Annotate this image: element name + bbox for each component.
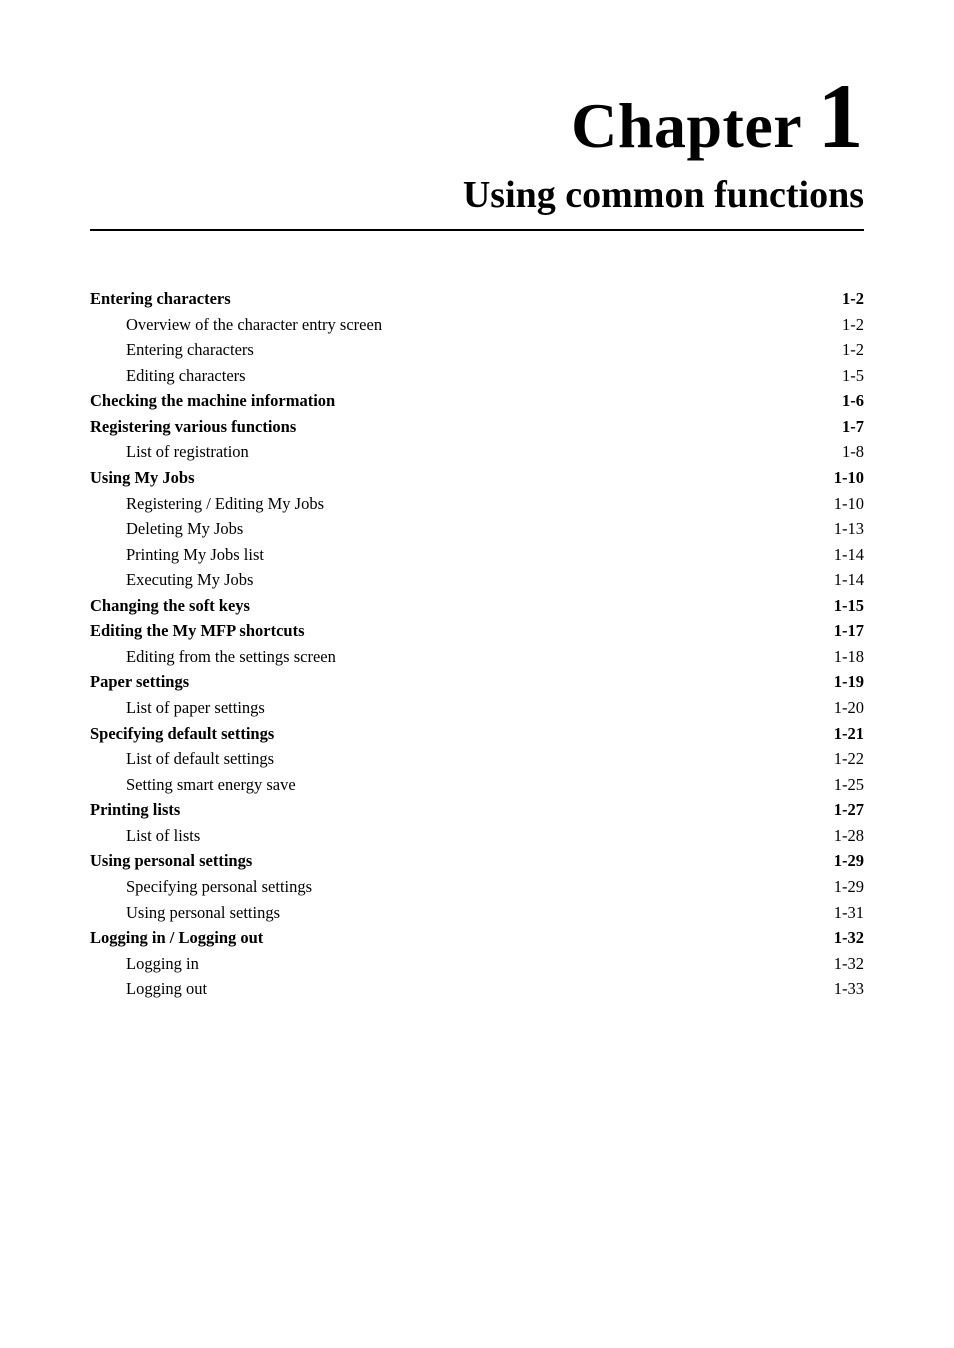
toc-entry-title: List of registration [126, 439, 249, 465]
toc-entry: Using My Jobs 1-10 [90, 465, 864, 491]
toc-entry: Logging in / Logging out 1-32 [90, 925, 864, 951]
toc-entry-title: Logging out [126, 976, 207, 1002]
toc-entry-page: 1-2 [842, 312, 864, 338]
toc-entry: Setting smart energy save 1-25 [126, 772, 864, 798]
document-page: Chapter 1 Using common functions Enterin… [0, 0, 954, 1002]
toc-entry-page: 1-32 [834, 951, 864, 977]
toc-entry-title: Editing characters [126, 363, 246, 389]
chapter-title: Chapter 1 [90, 70, 864, 163]
toc-entry-title: List of default settings [126, 746, 274, 772]
toc-entry: Logging out 1-33 [126, 976, 864, 1002]
toc-entry: Specifying default settings 1-21 [90, 721, 864, 747]
toc-entry: Specifying personal settings 1-29 [126, 874, 864, 900]
toc-entry-title: Editing the My MFP shortcuts [90, 618, 305, 644]
table-of-contents: Entering characters1-2Overview of the ch… [90, 286, 864, 1002]
toc-entry: Editing the My MFP shortcuts 1-17 [90, 618, 864, 644]
toc-entry-title: Using personal settings [90, 848, 252, 874]
toc-entry-page: 1-29 [834, 874, 864, 900]
toc-entry-title: Editing from the settings screen [126, 644, 336, 670]
toc-entry: Using personal settings 1-29 [90, 848, 864, 874]
toc-entry-page: 1-2 [842, 286, 864, 312]
toc-entry: Entering characters 1-2 [90, 286, 864, 312]
toc-entry: Entering characters 1-2 [126, 337, 864, 363]
toc-entry-page: 1-19 [834, 669, 864, 695]
toc-entry: Executing My Jobs 1-14 [126, 567, 864, 593]
chapter-label: Chapter [571, 90, 801, 161]
toc-entry-title: Using personal settings [126, 900, 280, 926]
toc-entry-page: 1-27 [834, 797, 864, 823]
toc-entry-title: Printing My Jobs list [126, 542, 264, 568]
toc-entry: Deleting My Jobs 1-13 [126, 516, 864, 542]
toc-entry-page: 1-10 [834, 491, 864, 517]
toc-entry-page: 1-2 [842, 337, 864, 363]
toc-entry-page: 1-13 [834, 516, 864, 542]
toc-entry-page: 1-25 [834, 772, 864, 798]
toc-entry-page: 1-10 [834, 465, 864, 491]
toc-entry: Overview of the character entry screen 1-… [126, 312, 864, 338]
toc-entry-title: Registering various functions [90, 414, 296, 440]
toc-entry-title: Printing lists [90, 797, 180, 823]
toc-entry: List of registration 1-8 [126, 439, 864, 465]
toc-entry: Changing the soft keys 1-15 [90, 593, 864, 619]
toc-entry: List of lists 1-28 [126, 823, 864, 849]
toc-entry-title: Deleting My Jobs [126, 516, 243, 542]
toc-entry-page: 1-32 [834, 925, 864, 951]
toc-entry: Using personal settings 1-31 [126, 900, 864, 926]
toc-entry-page: 1-5 [842, 363, 864, 389]
toc-entry-page: 1-15 [834, 593, 864, 619]
toc-entry-title: Logging in / Logging out [90, 925, 263, 951]
toc-entry-title: List of lists [126, 823, 200, 849]
toc-entry-title: Specifying personal settings [126, 874, 312, 900]
toc-entry-title: Logging in [126, 951, 199, 977]
toc-entry: Printing lists 1-27 [90, 797, 864, 823]
toc-entry-title: Registering / Editing My Jobs [126, 491, 324, 517]
toc-entry-title: Executing My Jobs [126, 567, 253, 593]
toc-entry-title: Entering characters [126, 337, 254, 363]
toc-entry: Editing from the settings screen 1-18 [126, 644, 864, 670]
toc-entry-title: List of paper settings [126, 695, 265, 721]
toc-entry-page: 1-28 [834, 823, 864, 849]
toc-entry-page: 1-18 [834, 644, 864, 670]
toc-entry: Paper settings 1-19 [90, 669, 864, 695]
toc-entry-title: Changing the soft keys [90, 593, 250, 619]
toc-entry-page: 1-8 [842, 439, 864, 465]
toc-entry: Editing characters 1-5 [126, 363, 864, 389]
toc-entry-page: 1-33 [834, 976, 864, 1002]
toc-entry-title: Using My Jobs [90, 465, 195, 491]
toc-entry-title: Checking the machine information [90, 388, 335, 414]
toc-entry-page: 1-31 [834, 900, 864, 926]
toc-entry: Logging in 1-32 [126, 951, 864, 977]
toc-entry-page: 1-22 [834, 746, 864, 772]
toc-entry-page: 1-20 [834, 695, 864, 721]
toc-entry-page: 1-17 [834, 618, 864, 644]
toc-entry: Registering / Editing My Jobs 1-10 [126, 491, 864, 517]
toc-entry: Printing My Jobs list 1-14 [126, 542, 864, 568]
toc-entry-title: Overview of the character entry screen [126, 312, 382, 338]
toc-entry-page: 1-6 [842, 388, 864, 414]
toc-entry-title: Setting smart energy save [126, 772, 296, 798]
chapter-subtitle: Using common functions [90, 173, 864, 231]
toc-entry: List of default settings 1-22 [126, 746, 864, 772]
toc-entry-page: 1-14 [834, 567, 864, 593]
toc-entry-page: 1-14 [834, 542, 864, 568]
toc-entry-title: Entering characters [90, 286, 231, 312]
toc-entry-page: 1-7 [842, 414, 864, 440]
toc-entry: Checking the machine information 1-6 [90, 388, 864, 414]
toc-entry-title: Paper settings [90, 669, 189, 695]
toc-entry: Registering various functions 1-7 [90, 414, 864, 440]
toc-entry: List of paper settings 1-20 [126, 695, 864, 721]
toc-entry-page: 1-29 [834, 848, 864, 874]
toc-entry-title: Specifying default settings [90, 721, 274, 747]
toc-entry-page: 1-21 [834, 721, 864, 747]
chapter-number: 1 [818, 65, 865, 167]
